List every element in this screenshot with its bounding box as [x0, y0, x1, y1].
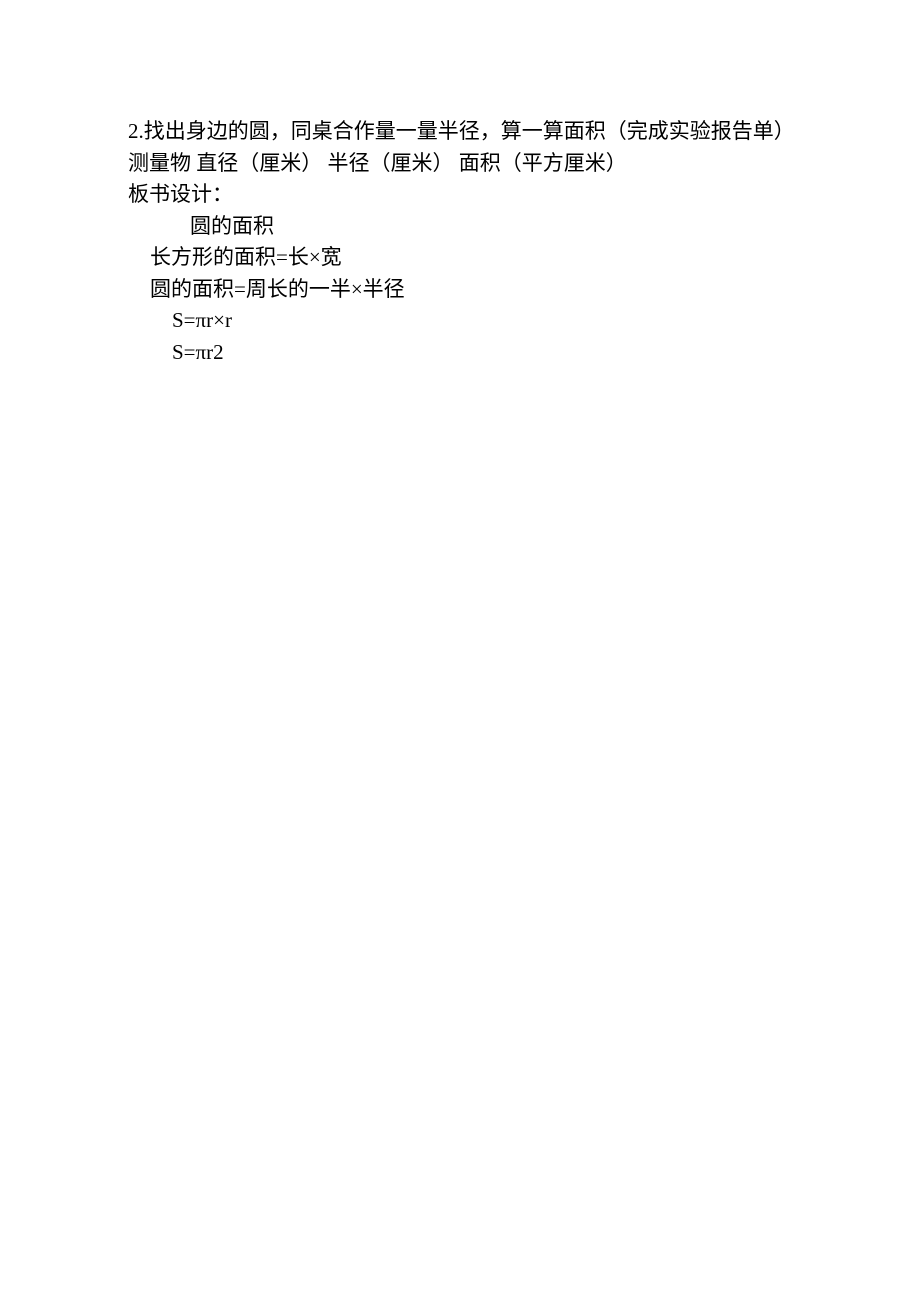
line-board-design: 板书设计： — [128, 179, 792, 211]
line-circle-area-title: 圆的面积 — [128, 211, 792, 243]
document-content: 2.找出身边的圆，同桌合作量一量半径，算一算面积（完成实验报告单） 测量物 直径… — [128, 116, 792, 368]
line-task: 2.找出身边的圆，同桌合作量一量半径，算一算面积（完成实验报告单） — [128, 116, 792, 148]
line-circle-area-formula: 圆的面积=周长的一半×半径 — [128, 274, 792, 306]
line-rectangle-area: 长方形的面积=长×宽 — [128, 242, 792, 274]
line-measure-headers: 测量物 直径（厘米） 半径（厘米） 面积（平方厘米） — [128, 148, 792, 180]
line-formula-2: S=πr2 — [128, 337, 792, 369]
line-formula-1: S=πr×r — [128, 305, 792, 337]
